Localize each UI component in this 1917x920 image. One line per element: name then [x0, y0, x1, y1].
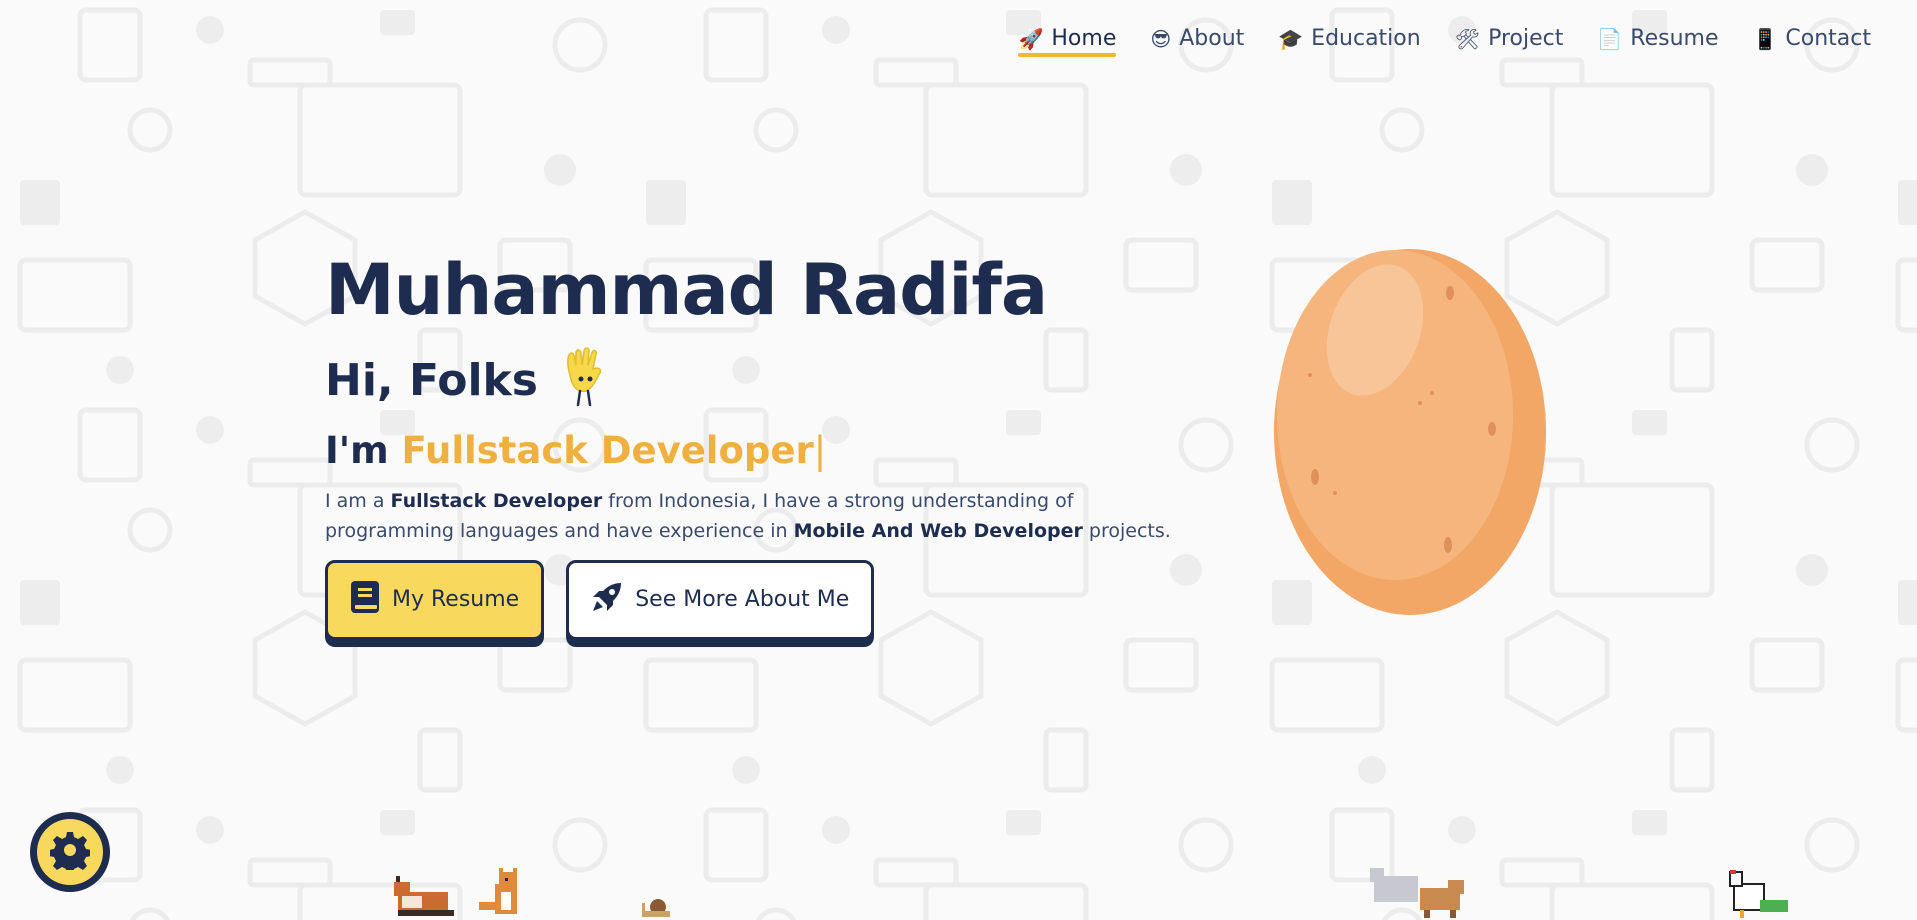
hero-description: I am a Fullstack Developer from Indonesi…: [325, 486, 1175, 546]
phone-icon: 📱: [1752, 26, 1778, 51]
typing-caret: |: [813, 429, 827, 472]
desc-highlight-experience: Mobile And Web Developer: [793, 519, 1083, 542]
document-icon: 📄: [1597, 26, 1623, 51]
settings-inner: [37, 819, 103, 885]
nav-about[interactable]: 😎 About: [1150, 26, 1244, 57]
nav-resume-label: Resume: [1630, 26, 1719, 51]
pixel-chicken: [1720, 870, 1792, 920]
role-prefix: I'm: [325, 429, 389, 472]
nav-project[interactable]: 🛠 Project: [1455, 26, 1564, 57]
nav-resume[interactable]: 📄 Resume: [1597, 26, 1718, 57]
hero-buttons: My Resume See More About Me: [325, 559, 1225, 640]
nav-home[interactable]: 🚀 Home: [1018, 26, 1116, 57]
see-more-about-me-button[interactable]: See More About Me: [566, 559, 875, 640]
pixel-fox-sitting: [475, 868, 535, 920]
hero-role: I'm Fullstack Developer|: [325, 429, 1225, 472]
egg-illustration: [1270, 245, 1550, 624]
see-more-label: See More About Me: [635, 587, 850, 613]
hero-section: Muhammad Radifa Hi, Folks I'm Fullstack …: [325, 255, 1225, 640]
desc-highlight-role: Fullstack Developer: [390, 489, 603, 512]
pixel-fox-sleeping: [392, 872, 458, 920]
nav-about-label: About: [1179, 26, 1245, 51]
nav-education[interactable]: 🎓 Education: [1278, 26, 1420, 57]
main-nav: 🚀 Home 😎 About 🎓 Education 🛠 Project 📄 R…: [1018, 26, 1871, 57]
desc-part-5: projects.: [1088, 519, 1171, 542]
greeting-text: Hi, Folks: [325, 355, 538, 406]
my-resume-label: My Resume: [392, 587, 520, 613]
nav-home-label: Home: [1051, 26, 1117, 51]
sunglasses-icon: 😎: [1150, 26, 1172, 51]
nav-contact[interactable]: 📱 Contact: [1753, 26, 1872, 57]
settings-button[interactable]: [30, 812, 110, 892]
graduation-cap-icon: 🎓: [1278, 26, 1304, 51]
nav-contact-label: Contact: [1785, 26, 1871, 51]
tools-icon: 🛠: [1454, 26, 1481, 51]
hero-greeting: Hi, Folks: [325, 347, 1225, 415]
hero-name: Muhammad Radifa: [325, 249, 1048, 331]
pixel-dog-pair: [1370, 866, 1470, 920]
role-title: Fullstack Developer: [401, 429, 814, 472]
desc-part-1: I am a: [325, 489, 385, 512]
rocket-icon: [591, 581, 623, 619]
my-resume-button[interactable]: My Resume: [325, 559, 545, 640]
pixel-snail: [640, 895, 672, 920]
rocket-icon: 🚀: [1018, 26, 1044, 51]
book-icon: [350, 580, 380, 620]
waving-hand-icon: [560, 347, 608, 415]
nav-project-label: Project: [1488, 26, 1564, 51]
gear-icon: [49, 830, 91, 874]
nav-education-label: Education: [1311, 26, 1421, 51]
